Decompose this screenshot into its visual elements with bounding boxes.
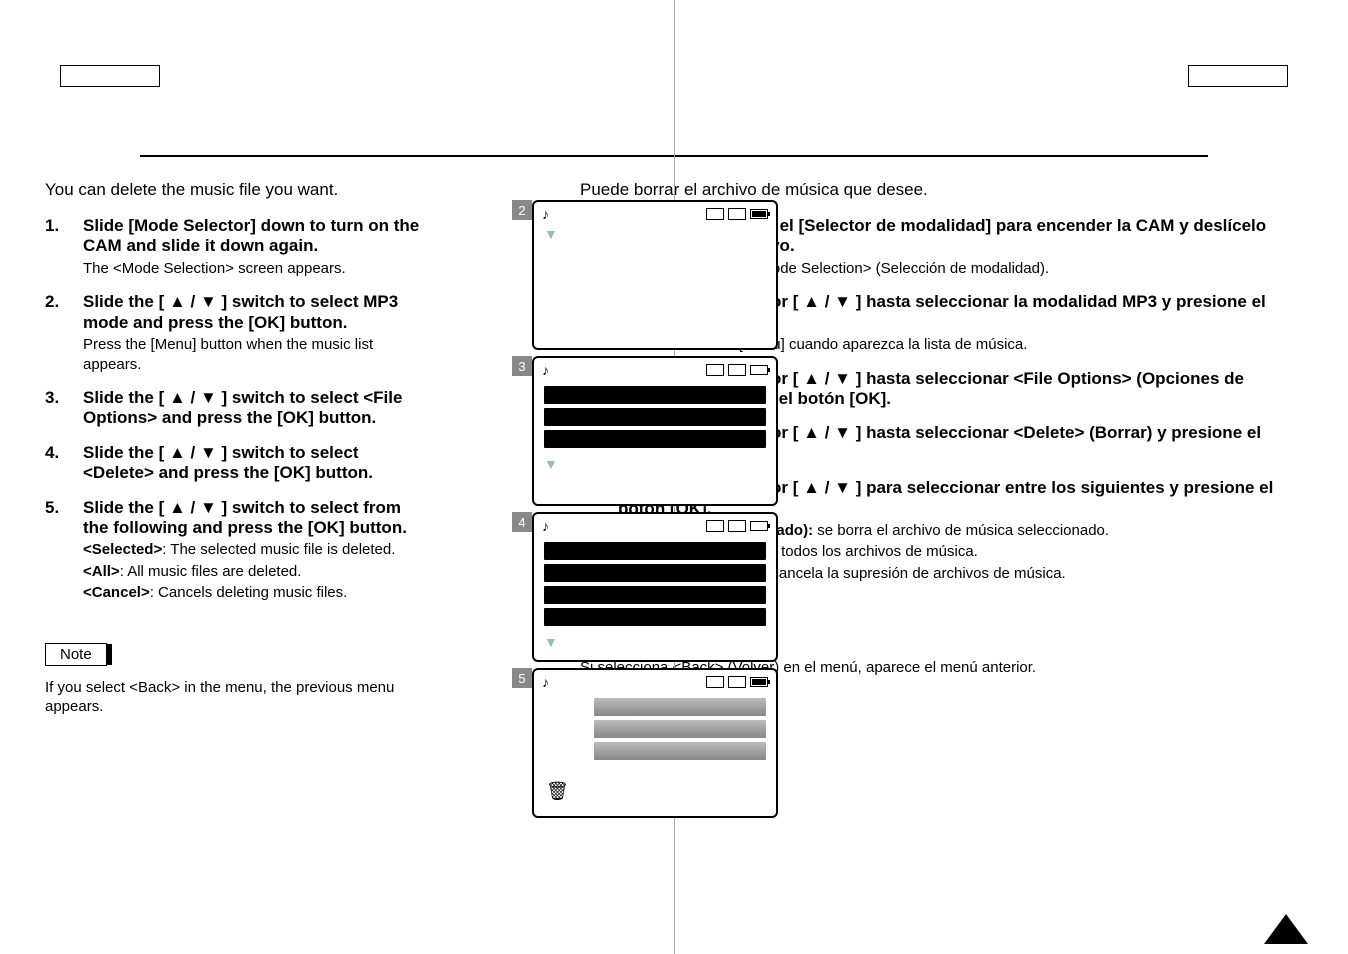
list-item: [544, 542, 766, 560]
step-en-2: 2. Slide the [ ▲ / ▼ ] switch to select …: [45, 292, 430, 374]
music-note-icon: ♪: [542, 362, 549, 378]
step-en-5: 5. Slide the [ ▲ / ▼ ] switch to select …: [45, 498, 430, 603]
music-note-icon: ♪: [542, 518, 549, 534]
repeat-icon: [706, 364, 724, 376]
step-en-3: 3. Slide the [ ▲ / ▼ ] switch to select …: [45, 388, 430, 429]
list-item: [594, 720, 766, 738]
page-corner-arrow-icon: [1264, 914, 1308, 944]
music-note-icon: ♪: [542, 674, 549, 690]
trash-icon: 🗑: [546, 781, 569, 802]
lang-tab-right: [1188, 65, 1288, 87]
device-screen-2: 2 ♪ ▼: [532, 200, 778, 350]
device-screen-4: 4 ♪ ▼: [532, 512, 778, 662]
device-screen-3: 3 ♪ ▼: [532, 356, 778, 506]
note-text-en: If you select <Back> in the menu, the pr…: [45, 678, 430, 717]
battery-icon: [750, 365, 768, 375]
list-item: [544, 408, 766, 426]
opt-en-selected: <Selected>: The selected music file is d…: [83, 540, 430, 560]
card-icon: [728, 208, 746, 220]
music-note-icon: ♪: [542, 206, 549, 222]
card-icon: [728, 520, 746, 532]
intro-es: Puede borrar el archivo de música que de…: [580, 180, 1298, 200]
note-label-en: Note: [45, 643, 107, 666]
column-english: You can delete the music file you want. …: [40, 180, 440, 717]
badge-3: 3: [512, 356, 532, 376]
step-en-4: 4. Slide the [ ▲ / ▼ ] switch to select …: [45, 443, 430, 484]
list-item: [544, 430, 766, 448]
list-item: [544, 586, 766, 604]
device-screen-5: 5 ♪ 🗑: [532, 668, 778, 818]
device-screenshots: 2 ♪ ▼ 3 ♪: [532, 200, 778, 824]
list-item: [544, 608, 766, 626]
scroll-arrow-icon: ▼: [534, 226, 776, 242]
repeat-icon: [706, 208, 724, 220]
repeat-icon: [706, 676, 724, 688]
list-item: [594, 698, 766, 716]
step-en-1: 1. Slide [Mode Selector] down to turn on…: [45, 216, 430, 278]
scroll-arrow-icon: ▼: [534, 456, 776, 472]
opt-en-cancel: <Cancel>: Cancels deleting music files.: [83, 583, 430, 603]
lang-tab-left: [60, 65, 160, 87]
intro-en: You can delete the music file you want.: [45, 180, 430, 200]
badge-2: 2: [512, 200, 532, 220]
card-icon: [728, 364, 746, 376]
opt-en-all: <All>: All music files are deleted.: [83, 562, 430, 582]
list-item: [544, 386, 766, 404]
card-icon: [728, 676, 746, 688]
repeat-icon: [706, 520, 724, 532]
badge-4: 4: [512, 512, 532, 532]
list-item: [594, 742, 766, 760]
list-item: [544, 564, 766, 582]
badge-5: 5: [512, 668, 532, 688]
scroll-arrow-icon: ▼: [534, 634, 776, 650]
battery-icon: [750, 521, 768, 531]
battery-icon: [750, 677, 768, 687]
battery-icon: [750, 209, 768, 219]
